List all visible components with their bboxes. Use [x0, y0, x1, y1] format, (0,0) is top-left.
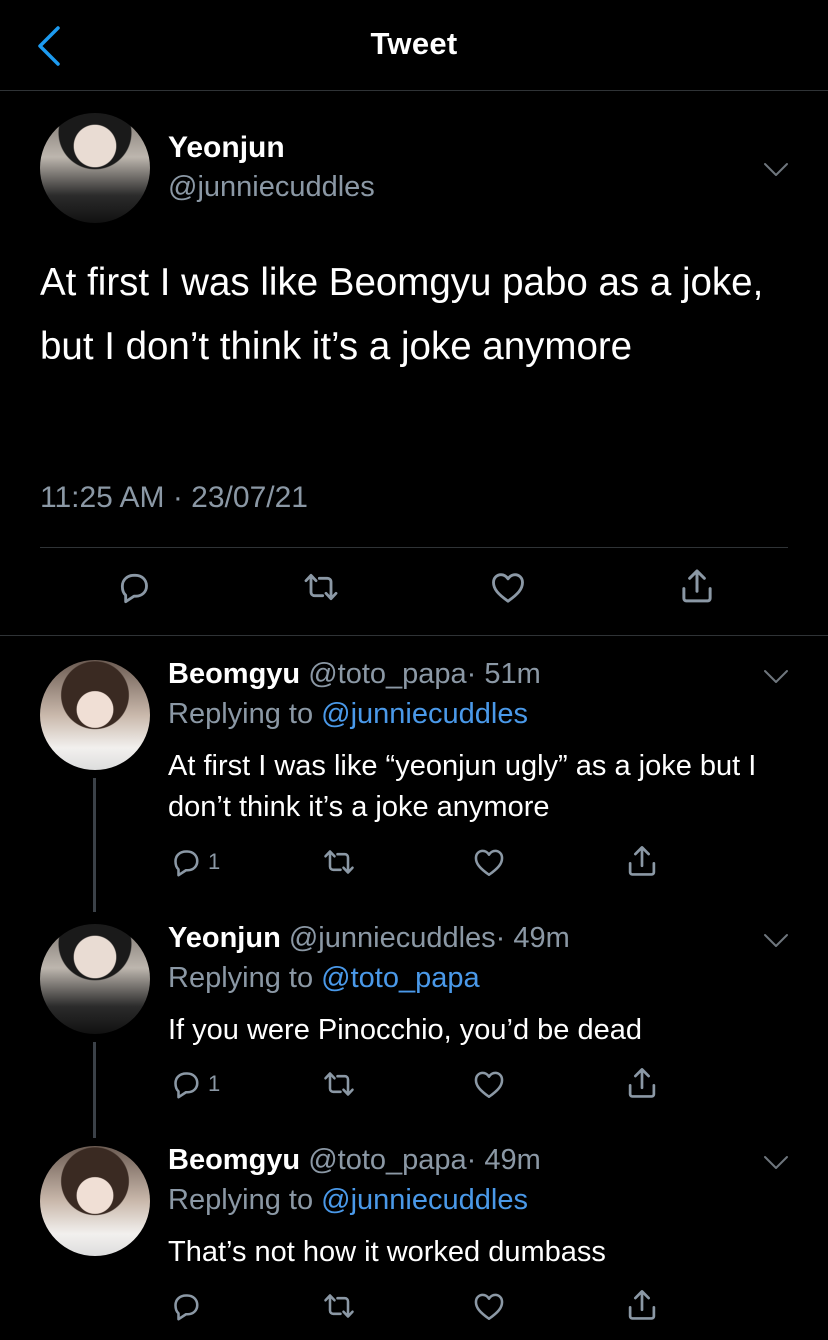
share-icon	[676, 565, 718, 607]
like-button[interactable]	[470, 844, 508, 880]
replying-to: Replying to @toto_papa	[168, 962, 480, 995]
reply-header: Beomgyu @toto_papa· 51m	[168, 658, 541, 691]
reply-time: · 49m	[466, 1144, 541, 1176]
chevron-down-icon[interactable]	[762, 1154, 790, 1172]
replying-to-label: Replying to	[168, 1184, 314, 1216]
chevron-down-icon[interactable]	[762, 161, 790, 179]
reply-time: · 51m	[466, 658, 541, 690]
replying-to: Replying to @junniecuddles	[168, 698, 528, 731]
replying-to-handle[interactable]: @junniecuddles	[321, 1184, 528, 1216]
retweet-button[interactable]	[300, 567, 342, 607]
retweet-icon	[320, 1066, 358, 1102]
tweet-actions	[0, 561, 828, 621]
like-icon	[470, 844, 508, 880]
reply-time: · 49m	[495, 922, 570, 954]
retweet-icon	[320, 844, 358, 880]
share-icon	[623, 1286, 661, 1324]
reply-count: 1	[208, 1071, 221, 1096]
reply-button[interactable]: 1	[168, 844, 220, 880]
reply-icon	[168, 1288, 204, 1324]
retweet-icon	[320, 1288, 358, 1324]
replying-to-label: Replying to	[168, 698, 314, 730]
reply-tweet[interactable]: Yeonjun @junniecuddles· 49m Replying to …	[0, 900, 828, 1140]
like-button[interactable]	[470, 1288, 508, 1324]
chevron-down-icon[interactable]	[762, 932, 790, 950]
avatar[interactable]	[40, 1146, 150, 1256]
replying-to: Replying to @junniecuddles	[168, 1184, 528, 1217]
reply-button[interactable]	[168, 1288, 204, 1324]
share-icon	[623, 842, 661, 880]
like-button[interactable]	[487, 567, 529, 607]
like-icon	[470, 1066, 508, 1102]
reply-tweet[interactable]: Beomgyu @toto_papa· 49m Replying to @jun…	[0, 1122, 828, 1340]
retweet-button[interactable]	[320, 1066, 358, 1102]
author-name[interactable]: Beomgyu	[168, 658, 300, 690]
retweet-button[interactable]	[320, 1288, 358, 1324]
author-name[interactable]: Yeonjun	[168, 131, 285, 165]
author-handle[interactable]: @toto_papa	[308, 1144, 466, 1176]
author-handle[interactable]: @toto_papa	[308, 658, 466, 690]
like-button[interactable]	[470, 1066, 508, 1102]
reply-text: At first I was like “yeonjun ugly” as a …	[168, 750, 757, 823]
top-bar: Tweet	[0, 0, 828, 91]
share-button[interactable]	[623, 1064, 661, 1102]
share-button[interactable]	[623, 842, 661, 880]
chevron-down-icon[interactable]	[762, 668, 790, 686]
like-icon	[487, 567, 529, 607]
author-name[interactable]: Yeonjun	[168, 922, 281, 954]
like-icon	[470, 1288, 508, 1324]
thread-line	[93, 778, 96, 912]
tweet-text: At first I was like Beomgyu pabo as a jo…	[40, 261, 764, 368]
replying-to-handle[interactable]: @junniecuddles	[321, 698, 528, 730]
reply-button[interactable]	[114, 567, 154, 607]
reply-icon	[114, 567, 154, 607]
replying-to-label: Replying to	[168, 962, 314, 994]
share-button[interactable]	[676, 565, 718, 607]
reply-count: 1	[208, 849, 221, 874]
tweet-timestamp: 11:25 AM · 23/07/21	[40, 481, 308, 514]
reply-tweet[interactable]: Beomgyu @toto_papa· 51m Replying to @jun…	[0, 636, 828, 912]
reply-text: That’s not how it worked dumbass	[168, 1236, 606, 1268]
replying-to-handle[interactable]: @toto_papa	[321, 962, 479, 994]
avatar[interactable]	[40, 113, 150, 223]
avatar[interactable]	[40, 660, 150, 770]
author-handle[interactable]: @junniecuddles	[168, 171, 375, 204]
retweet-button[interactable]	[320, 844, 358, 880]
avatar[interactable]	[40, 924, 150, 1034]
share-button[interactable]	[623, 1286, 661, 1324]
reply-button[interactable]: 1	[168, 1066, 220, 1102]
reply-text: If you were Pinocchio, you’d be dead	[168, 1014, 642, 1046]
author-name[interactable]: Beomgyu	[168, 1144, 300, 1176]
page-title: Tweet	[370, 26, 458, 61]
main-tweet: Yeonjun @junniecuddles At first I was li…	[0, 91, 828, 636]
author-handle[interactable]: @junniecuddles	[289, 922, 496, 954]
divider	[40, 547, 788, 548]
retweet-icon	[300, 567, 342, 607]
reply-icon	[168, 1066, 204, 1102]
reply-header: Beomgyu @toto_papa· 49m	[168, 1144, 541, 1177]
reply-icon	[168, 844, 204, 880]
share-icon	[623, 1064, 661, 1102]
reply-header: Yeonjun @junniecuddles· 49m	[168, 922, 570, 955]
